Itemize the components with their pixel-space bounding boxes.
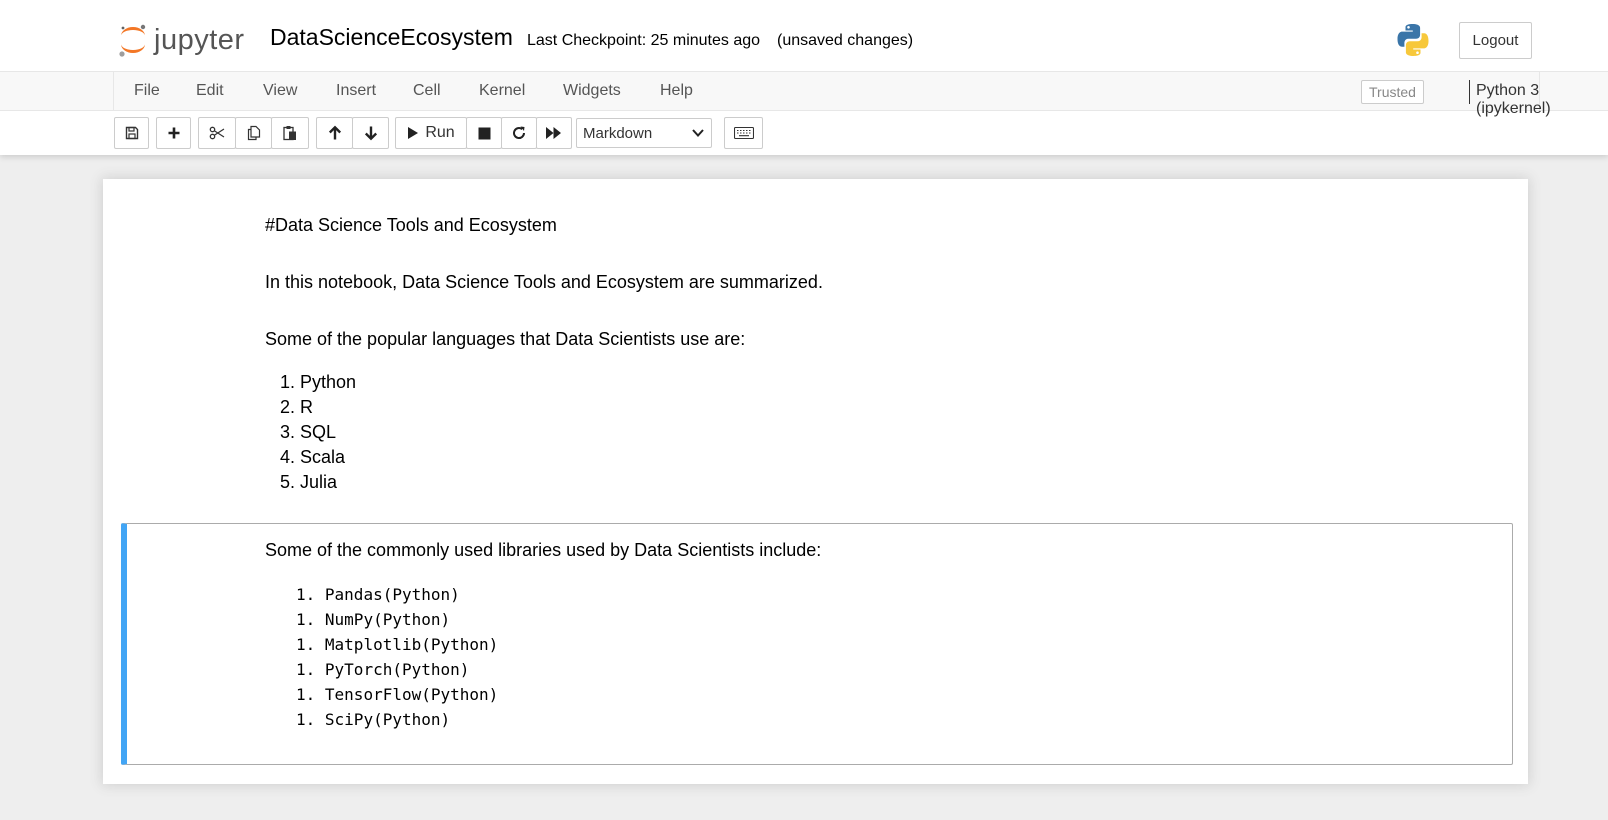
menu-insert[interactable]: Insert — [336, 82, 376, 100]
libraries-list: 1. Pandas(Python) 1. NumPy(Python) 1. Ma… — [296, 582, 498, 732]
restart-run-all-button[interactable] — [536, 117, 572, 149]
kernel-name[interactable]: Python 3 (ipykernel) — [1476, 82, 1551, 118]
list-item: 5. Julia — [280, 472, 338, 492]
markdown-heading[interactable]: #Data Science Tools and Ecosystem — [265, 215, 557, 236]
cut-button[interactable] — [198, 117, 236, 149]
jupyter-logo[interactable]: jupyter — [118, 22, 245, 58]
save-icon — [125, 126, 138, 140]
list-item: 1. Pandas(Python) — [296, 585, 460, 604]
languages-list: 1. Python 2. R 3. SQL 4. Scala 5. Julia — [280, 370, 356, 495]
fast-forward-icon — [546, 127, 561, 139]
run-button[interactable]: Run — [395, 117, 467, 149]
copy-icon — [247, 125, 260, 141]
list-item: 2. R — [280, 397, 314, 417]
trusted-indicator[interactable]: Trusted — [1361, 80, 1424, 104]
list-item: 1. Python — [280, 372, 357, 392]
insert-cell-button[interactable] — [156, 117, 191, 149]
plus-icon — [168, 127, 179, 139]
unsaved-changes-status: (unsaved changes) — [777, 32, 914, 49]
restart-kernel-button[interactable] — [501, 117, 537, 149]
keyboard-icon — [733, 127, 754, 139]
list-item: 3. SQL — [280, 422, 337, 442]
menubar-container: File Edit View Insert Cell Kernel Widget… — [113, 72, 1551, 117]
save-button[interactable] — [114, 117, 149, 149]
list-item: 1. NumPy(Python) — [296, 610, 451, 629]
list-item: 1. TensorFlow(Python) — [296, 685, 499, 704]
move-down-button[interactable] — [352, 117, 389, 149]
arrow-down-icon — [364, 126, 377, 141]
menu-edit[interactable]: Edit — [196, 82, 224, 100]
jupyter-logo-text: jupyter — [154, 23, 245, 56]
cell-type-select[interactable]: Markdown — [576, 118, 712, 148]
menu-cell[interactable]: Cell — [413, 82, 441, 100]
arrow-up-icon — [328, 125, 341, 140]
interrupt-kernel-button[interactable] — [466, 117, 502, 149]
menu-help[interactable]: Help — [660, 82, 693, 100]
checkpoint-status: Last Checkpoint: 25 minutes ago — [527, 32, 761, 49]
list-item: 1. PyTorch(Python) — [296, 660, 470, 679]
cell-type-value: Markdown — [583, 124, 653, 142]
paste-button[interactable] — [271, 117, 309, 149]
copy-button[interactable] — [235, 117, 272, 149]
jupyter-logo-icon — [119, 24, 146, 57]
scissors-icon — [209, 126, 225, 140]
python-logo-icon — [1397, 24, 1429, 56]
menu-kernel[interactable]: Kernel — [479, 82, 525, 100]
notebook-title[interactable]: DataScienceEcosystem — [270, 24, 513, 51]
list-item: 4. Scala — [280, 447, 346, 467]
run-label: Run — [425, 124, 455, 141]
menu-file[interactable]: File — [134, 82, 160, 100]
restart-icon — [513, 126, 526, 139]
chevron-down-icon — [692, 129, 704, 137]
notebook-header: jupyter DataScienceEcosystem Last Checkp… — [0, 0, 1608, 155]
command-palette-button[interactable] — [724, 117, 763, 149]
list-item: 1. SciPy(Python) — [296, 710, 451, 729]
list-item: 1. Matplotlib(Python) — [296, 635, 499, 654]
paste-icon — [283, 126, 296, 141]
markdown-libraries-intro[interactable]: Some of the commonly used libraries used… — [265, 540, 821, 561]
move-up-button[interactable] — [316, 117, 353, 149]
menu-view[interactable]: View — [263, 82, 297, 100]
logout-button[interactable]: Logout — [1459, 22, 1532, 59]
menubar: File Edit View Insert Cell Kernel Widget… — [0, 71, 1608, 117]
markdown-intro[interactable]: In this notebook, Data Science Tools and… — [265, 272, 823, 293]
menu-widgets[interactable]: Widgets — [563, 82, 621, 100]
markdown-languages-intro[interactable]: Some of the popular languages that Data … — [265, 329, 745, 350]
stop-icon — [478, 127, 490, 139]
notebook-container: #Data Science Tools and Ecosystem In thi… — [103, 179, 1528, 784]
play-icon — [408, 127, 419, 139]
kernel-separator — [1469, 80, 1470, 104]
